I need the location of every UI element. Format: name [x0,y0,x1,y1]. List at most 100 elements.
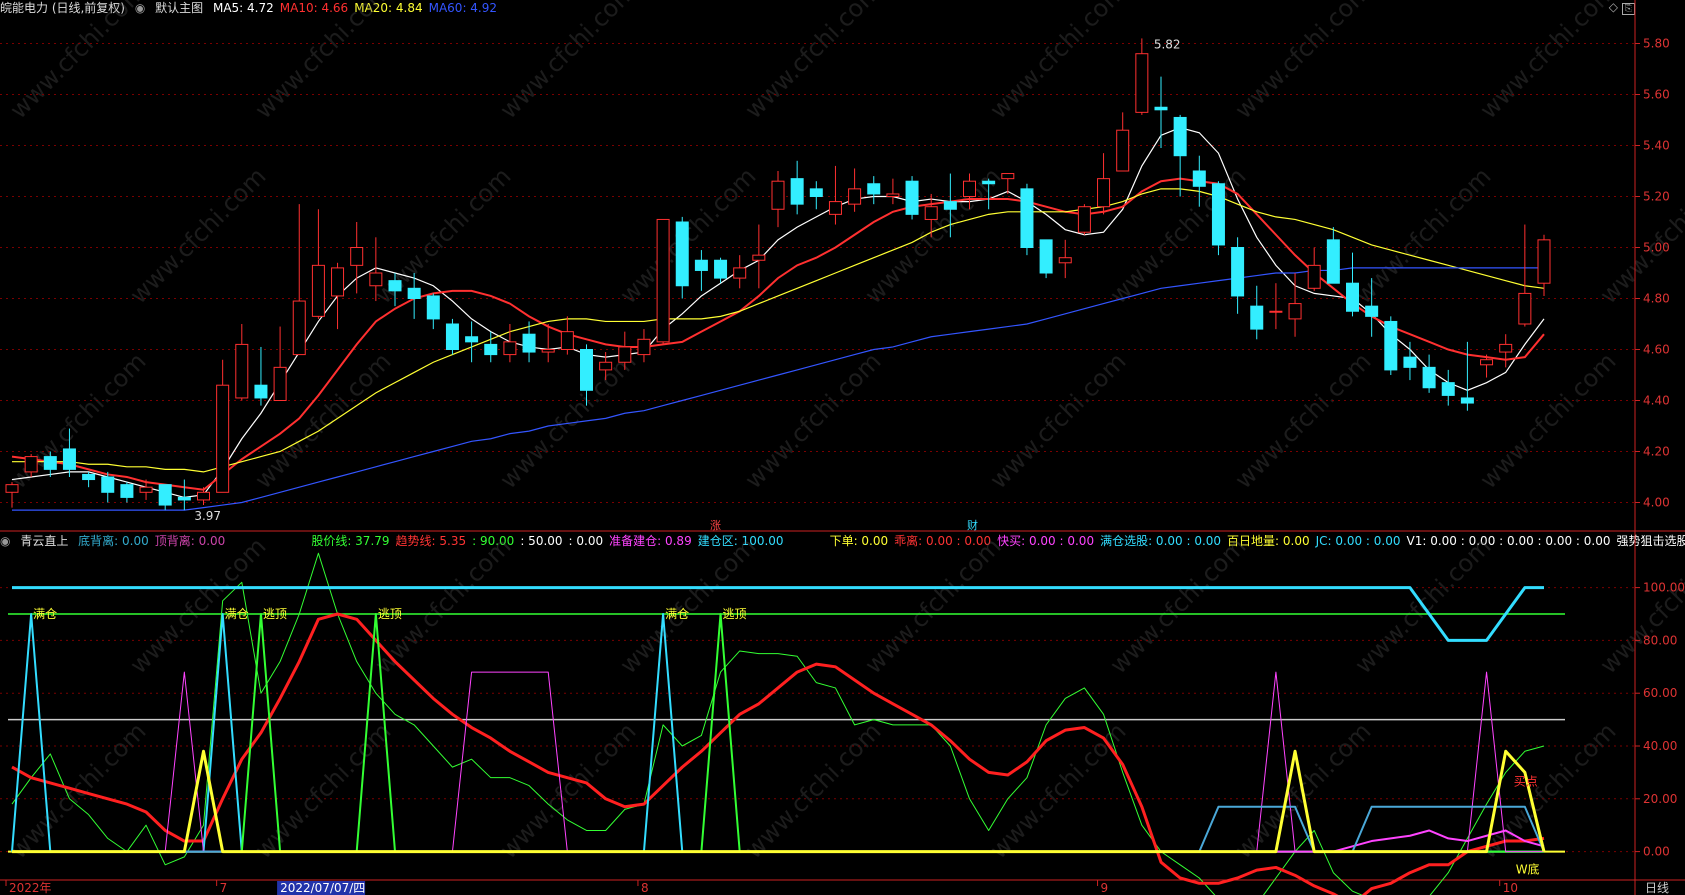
full-position-label: 满仓 [665,607,689,621]
escape-top-label: 逃顶 [378,607,402,621]
candle-down [982,180,996,185]
candle-up [618,346,632,363]
candle-down [426,295,440,320]
candle-down [1422,366,1436,389]
y-tick-label: 80.00 [1643,633,1677,647]
buy-point-label: 买点 [1514,775,1538,789]
candle-up [216,384,230,493]
candle-down [1192,170,1206,187]
candle-down [714,259,728,279]
candle-down [1173,116,1187,157]
finance-marker: 财 [967,518,978,532]
candle-down [445,323,459,350]
y-tick-label: 20.00 [1643,792,1677,806]
candle-down [694,259,708,271]
candle-up [924,206,938,220]
candle-up [541,349,555,353]
y-tick-label: 60.00 [1643,686,1677,700]
candle-down [790,178,804,205]
high-price-label: 5.82 [1154,37,1181,51]
candle-up [752,254,766,261]
watermark-text: www.cfchi.com [739,0,886,124]
y-tick-label: 100.00 [1643,581,1685,595]
candle-up [292,300,306,356]
candle-down [1326,239,1340,284]
y-tick-label: 5.40 [1643,139,1670,153]
candle-down [388,280,402,292]
candle-up [503,341,517,356]
y-tick-label: 40.00 [1643,739,1677,753]
candle-up [637,338,651,356]
watermark-text: www.cfchi.com [494,0,641,124]
x-tick-label: 2022年 [9,881,52,895]
x-tick-label: 10 [1503,881,1518,895]
candle-down [484,343,498,356]
watermark-text: www.cfchi.com [1229,0,1376,124]
watermark-text: www.cfchi.com [984,347,1131,494]
candle-up [733,267,747,279]
w-bottom-label: W底 [1516,861,1540,876]
candle-down [675,221,689,287]
candle-down [1020,188,1034,249]
candle-up [1537,239,1551,284]
candle-up [848,188,862,205]
candle-up [1480,359,1494,366]
y-tick-label: 4.00 [1643,496,1670,510]
watermark-text: www.cfchi.com [249,347,396,494]
y-tick-label: 4.40 [1643,394,1670,408]
watermark-text: www.cfchi.com [494,347,641,494]
candle-down [1039,239,1053,274]
candle-down [465,336,479,343]
candle-down [1231,247,1245,297]
watermark-text: www.cfchi.com [739,347,886,494]
y-tick-label: 5.20 [1643,190,1670,204]
candle-down [1384,320,1398,371]
low-price-label: 3.97 [194,509,221,523]
full-position-label: 满仓 [225,607,249,621]
watermark-text: www.cfchi.com [1229,347,1376,494]
candle-up [1269,310,1283,313]
candle-down [62,448,76,470]
candle-up [1288,303,1302,320]
candle-up [1499,343,1513,353]
x-tick-label: 7 [220,881,228,895]
candle-up [369,272,383,287]
watermark-text: www.cfchi.com [1594,162,1685,309]
candle-up [139,486,153,493]
y-tick-label: 5.80 [1643,37,1670,51]
watermark-text: www.cfchi.com [124,532,271,679]
candle-up [1077,206,1091,233]
candle-down [1250,305,1264,330]
candle-down [522,333,536,353]
candle-down [407,287,421,299]
escape-top-label: 逃顶 [723,607,747,621]
candle-up [771,180,785,210]
candle-down [1365,305,1379,317]
x-tick-label: 8 [641,881,649,895]
watermark-text: www.cfchi.com [249,0,396,124]
candle-up [273,366,287,402]
watermark-text: www.cfchi.com [859,162,1006,309]
y-tick-label: 5.60 [1643,88,1670,102]
watermark-text: www.cfchi.com [1474,347,1621,494]
candle-down [943,201,957,210]
y-tick-label: 4.80 [1643,292,1670,306]
kline-chart[interactable]: www.cfchi.com www.cfchi.com www.cfchi.com w… [0,0,1685,895]
rise-marker: 涨 [710,519,721,532]
watermark-text: www.cfchi.com [4,0,151,124]
candle-up [311,264,325,317]
candle-down [580,349,593,391]
candle-down [177,496,191,501]
watermark-text: www.cfchi.com [739,717,886,864]
x-tick-label: 9 [1101,881,1109,895]
watermark-text: www.cfchi.com [1104,532,1251,679]
candle-up [1097,178,1111,208]
candle-up [1058,257,1072,264]
candle-down [1441,382,1455,396]
watermark-text: www.cfchi.com [614,532,761,679]
candle-up [1135,53,1149,113]
candle-down [1460,397,1474,404]
period-label: 日线 [1645,881,1669,895]
candle-down [809,188,823,198]
candle-up [350,247,364,266]
